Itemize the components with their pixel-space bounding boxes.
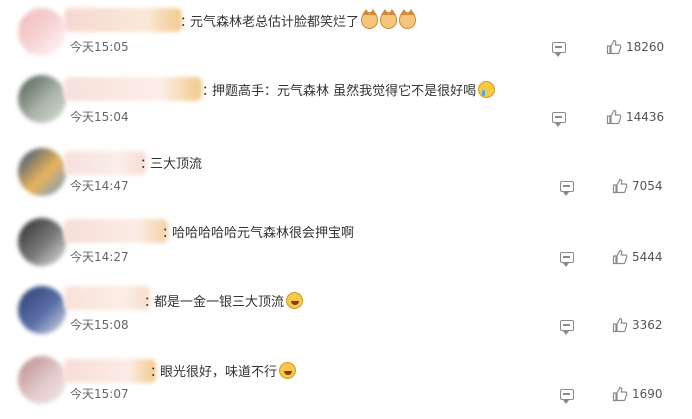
laughing-emoji: [286, 292, 304, 309]
reply-icon[interactable]: [560, 320, 574, 335]
like-count: 7054: [632, 179, 663, 193]
comment-text: 哈哈哈哈哈元气森林很会押宝啊: [172, 222, 354, 241]
reply-icon[interactable]: [560, 181, 574, 196]
username-blurred[interactable]: [64, 286, 150, 310]
like-count: 18260: [626, 40, 665, 54]
like-count: 3362: [632, 318, 663, 332]
comment-time: 今天14:27: [70, 250, 129, 264]
like-icon[interactable]: [612, 178, 628, 194]
comment-text: 三大顶流: [150, 153, 202, 172]
username-blurred[interactable]: [64, 151, 146, 175]
comment-body: 眼光很好，味道不行: [160, 365, 278, 380]
like-count: 5444: [632, 250, 663, 264]
reply-icon[interactable]: [560, 252, 574, 267]
avatar[interactable]: [18, 218, 66, 266]
reply-icon[interactable]: [560, 389, 574, 404]
comment-time: 今天15:04: [70, 110, 129, 124]
comment-text: 押题高手：元气森林 虽然我觉得它不是很好喝: [212, 80, 496, 99]
cat-emoji: [361, 9, 379, 29]
avatar[interactable]: [18, 75, 66, 123]
crying-emoji: [478, 81, 496, 98]
reply-icon[interactable]: [552, 112, 566, 127]
like-count: 1690: [632, 387, 663, 401]
like-icon[interactable]: [612, 317, 628, 333]
comment-time: 今天15:05: [70, 40, 129, 54]
comment-body: 都是一金一银三大顶流: [154, 295, 285, 310]
reply-icon[interactable]: [552, 42, 566, 57]
laughing-emoji: [279, 362, 297, 379]
like-icon[interactable]: [612, 249, 628, 265]
comment-text: 元气森林老总估计脸都笑烂了: [190, 9, 417, 30]
avatar[interactable]: [18, 8, 66, 56]
avatar[interactable]: [18, 356, 66, 404]
cat-emoji: [380, 9, 398, 29]
like-icon[interactable]: [606, 39, 622, 55]
comment-text: 都是一金一银三大顶流: [154, 291, 304, 310]
username-blurred[interactable]: [64, 77, 202, 101]
comment-body: 三大顶流: [150, 157, 203, 172]
username-blurred[interactable]: [64, 8, 182, 32]
comment-body: 元气森林老总估计脸都笑烂了: [190, 15, 360, 30]
avatar[interactable]: [18, 148, 66, 196]
like-count: 14436: [626, 110, 665, 124]
comment-time: 今天14:47: [70, 179, 129, 193]
like-icon[interactable]: [606, 109, 622, 125]
comment-time: 今天15:08: [70, 318, 129, 332]
username-blurred[interactable]: [64, 359, 156, 383]
comment-body: 押题高手：元气森林 虽然我觉得它不是很好喝: [212, 84, 477, 99]
cat-emoji: [399, 9, 417, 29]
comment-text: 眼光很好，味道不行: [160, 361, 297, 380]
username-blurred[interactable]: [64, 219, 168, 243]
avatar[interactable]: [18, 286, 66, 334]
comment-body: 哈哈哈哈哈元气森林很会押宝啊: [172, 226, 355, 241]
comment-time: 今天15:07: [70, 387, 129, 401]
like-icon[interactable]: [612, 386, 628, 402]
